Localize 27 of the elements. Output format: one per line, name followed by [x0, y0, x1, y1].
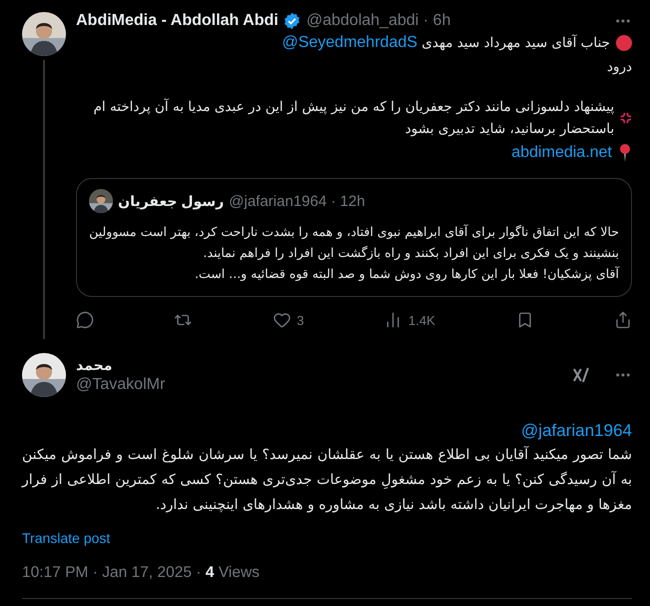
- quote-text: آقای پزشکیان! فعلا بار این کارها روی دوش شما و صد البته قوه قضائیه و... است.: [194, 265, 619, 283]
- share-icon: [614, 311, 632, 329]
- anger-symbol-icon: [620, 110, 632, 126]
- heart-icon: [272, 311, 291, 329]
- author-handle: @abdolah_abdi · 6h: [306, 12, 451, 30]
- alert-dot-icon: [616, 35, 632, 51]
- post-text: پیشنهاد دلسوزانی مانند دکتر جعفریان را که من نیز پیش از این در عبدی مدیا به آن پرداخته ام باستحضار برسانید، شاید تدبیری بشود: [92, 98, 614, 139]
- translate-link[interactable]: Translate post: [22, 530, 110, 546]
- mention-link[interactable]: @SeyedmehrdadS: [282, 34, 418, 51]
- pin-icon: [618, 144, 632, 162]
- reply-button[interactable]: [76, 311, 94, 329]
- quoted-post-card[interactable]: [76, 178, 632, 297]
- quote-text: حالا که این اتفاق ناگوار برای آقای ابراهیم نبوی افتاد، و همه را بشدت ناراحت کرد، بهتر است مسوولین بنشینند و یک فکری برای این افراد بکنند و راه بازگشت این افراد را فراهم نمایند.: [89, 223, 619, 262]
- reply-icon: [76, 311, 94, 329]
- views-button[interactable]: 1.4K: [384, 311, 436, 329]
- mention-link[interactable]: @jafarian1964: [521, 421, 632, 441]
- reply-author-handle: @TavakolMr: [76, 376, 166, 394]
- website-link[interactable]: abdimedia.net: [511, 142, 612, 164]
- author-name[interactable]: AbdiMedia - Abdollah Abdi: [76, 12, 278, 30]
- post-timestamp: 10:17 PM · Jan 17, 2025 · 4 Views: [22, 564, 261, 582]
- reply-text: شما تصور میکنید آقایان بی اطلاع هستن یا به عقلشان نمیرسد؟ یا سرشان شلوغ است و فراموش میکنن به آن رسیدگی کنن؟ یا به زعم خود مشغولِ موضوعات جدی‌تری هستن؟ کسی که کمترین اطلاعی از فرار مغزها و مهاجرت ایرانیان داشته باشد نیازی به مشاوره و هشدارهای اینچنینی ندارد.: [22, 445, 632, 515]
- share-button[interactable]: [614, 311, 632, 329]
- reply-author-name[interactable]: محمد: [76, 356, 166, 374]
- like-button[interactable]: 3: [272, 311, 304, 329]
- quote-author-handle: @jafarian1964 · 12h: [228, 192, 366, 210]
- post-text: درود: [606, 58, 632, 77]
- quote-author-name: رسول جعفریان: [118, 192, 224, 210]
